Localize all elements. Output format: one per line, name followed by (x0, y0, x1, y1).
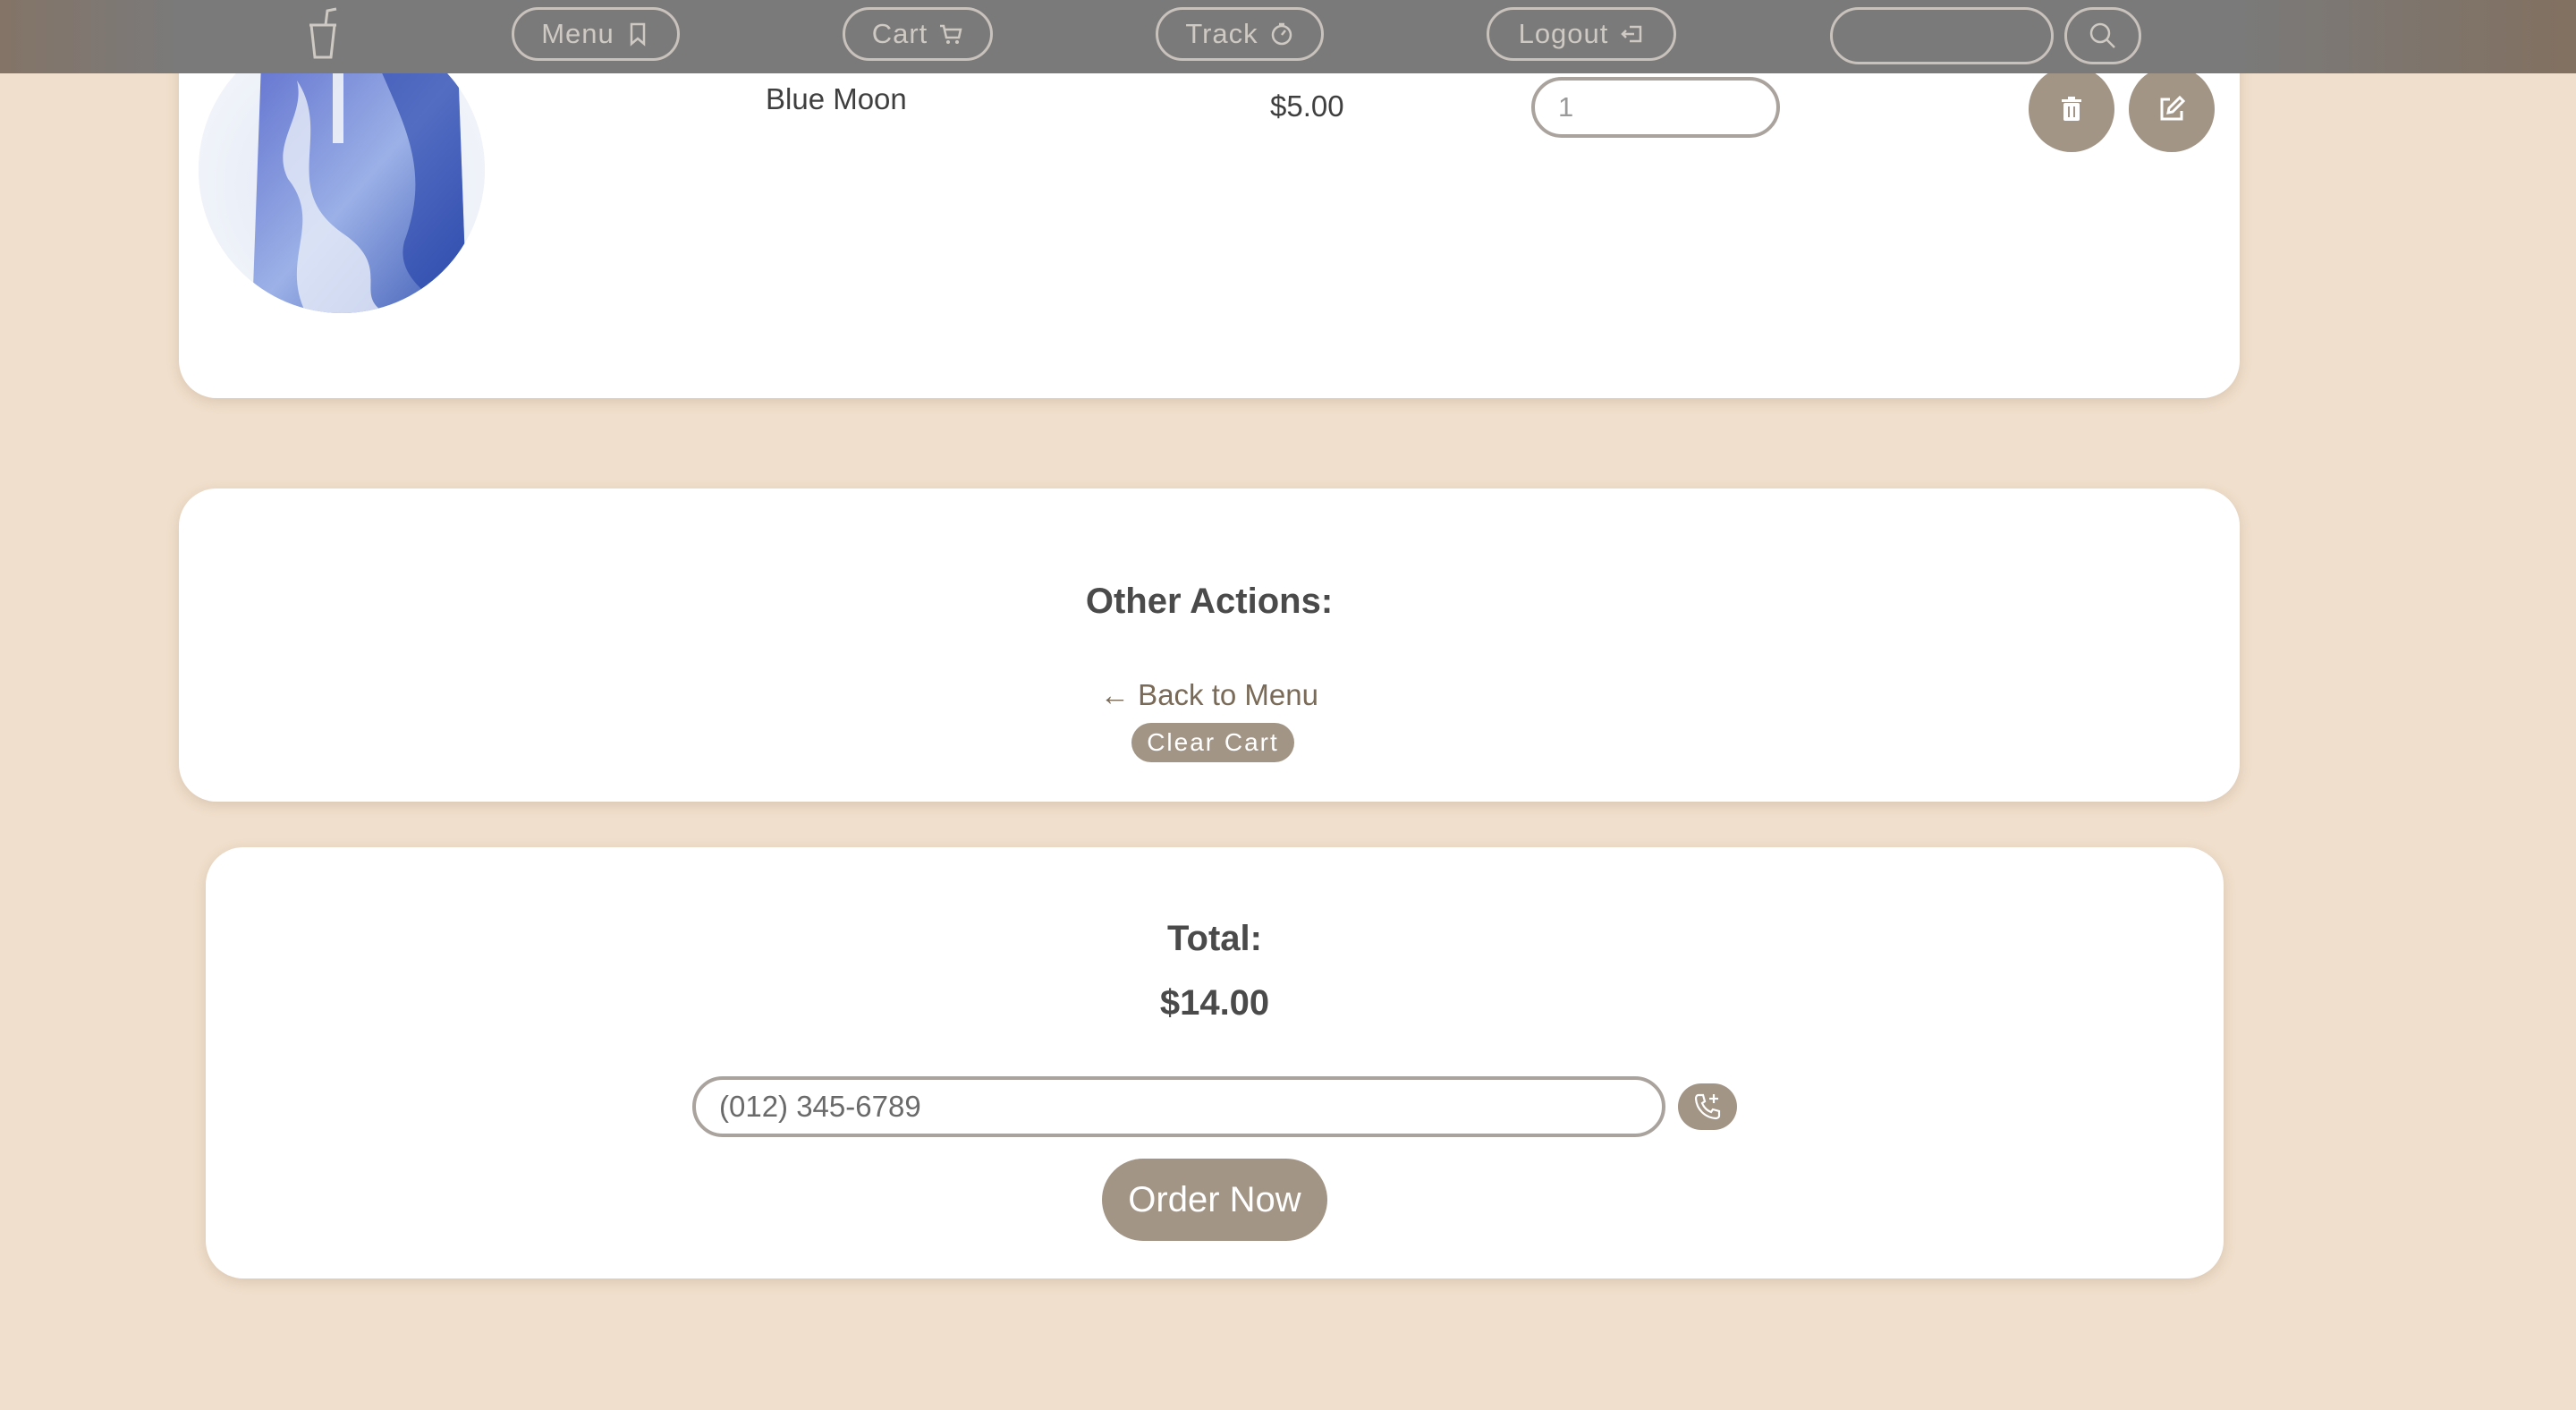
other-actions-title: Other Actions: (1085, 582, 1334, 621)
nav-track-label: Track (1185, 18, 1258, 49)
nav-track-button[interactable]: Track (1156, 7, 1324, 61)
nav-menu-button[interactable]: Menu (512, 7, 680, 61)
back-to-menu-link[interactable]: ← Back to Menu (179, 678, 2240, 712)
top-navbar: Menu Cart Track Logout (0, 0, 2576, 73)
bookmark-icon (630, 22, 646, 47)
item-price: $5.00 (1270, 89, 1344, 123)
phone-plus-icon (1694, 1093, 1721, 1120)
phone-button[interactable] (1678, 1083, 1737, 1130)
search-input[interactable] (1830, 7, 2054, 64)
cup-logo-icon[interactable] (301, 5, 345, 61)
edit-item-button[interactable] (2129, 66, 2215, 152)
nav-logout-button[interactable]: Logout (1487, 7, 1676, 61)
quantity-input[interactable] (1531, 77, 1780, 138)
edit-icon (2160, 95, 2186, 121)
nav-cart-label: Cart (871, 18, 928, 49)
other-actions-card: Other Actions: ← Back to Menu Clear Cart (179, 488, 2240, 802)
logout-icon (1621, 25, 1642, 43)
search-button[interactable] (2064, 7, 2141, 64)
total-label: Total: (1167, 919, 1262, 958)
item-name: Blue Moon (766, 82, 907, 115)
delete-item-button[interactable] (2029, 66, 2114, 152)
order-summary-card: Total: $14.00 Order Now (206, 847, 2224, 1278)
phone-input[interactable] (692, 1076, 1665, 1137)
order-now-button[interactable]: Order Now (1102, 1159, 1327, 1241)
nav-logout-label: Logout (1518, 18, 1609, 49)
timer-icon (1271, 22, 1292, 46)
nav-menu-label: Menu (541, 18, 614, 49)
total-value: $14.00 (1159, 983, 1270, 1023)
trash-icon (2062, 97, 2081, 121)
search-icon (2089, 22, 2115, 48)
cart-icon (940, 24, 962, 44)
nav-cart-button[interactable]: Cart (843, 7, 993, 61)
clear-cart-button[interactable]: Clear Cart (1131, 723, 1294, 762)
